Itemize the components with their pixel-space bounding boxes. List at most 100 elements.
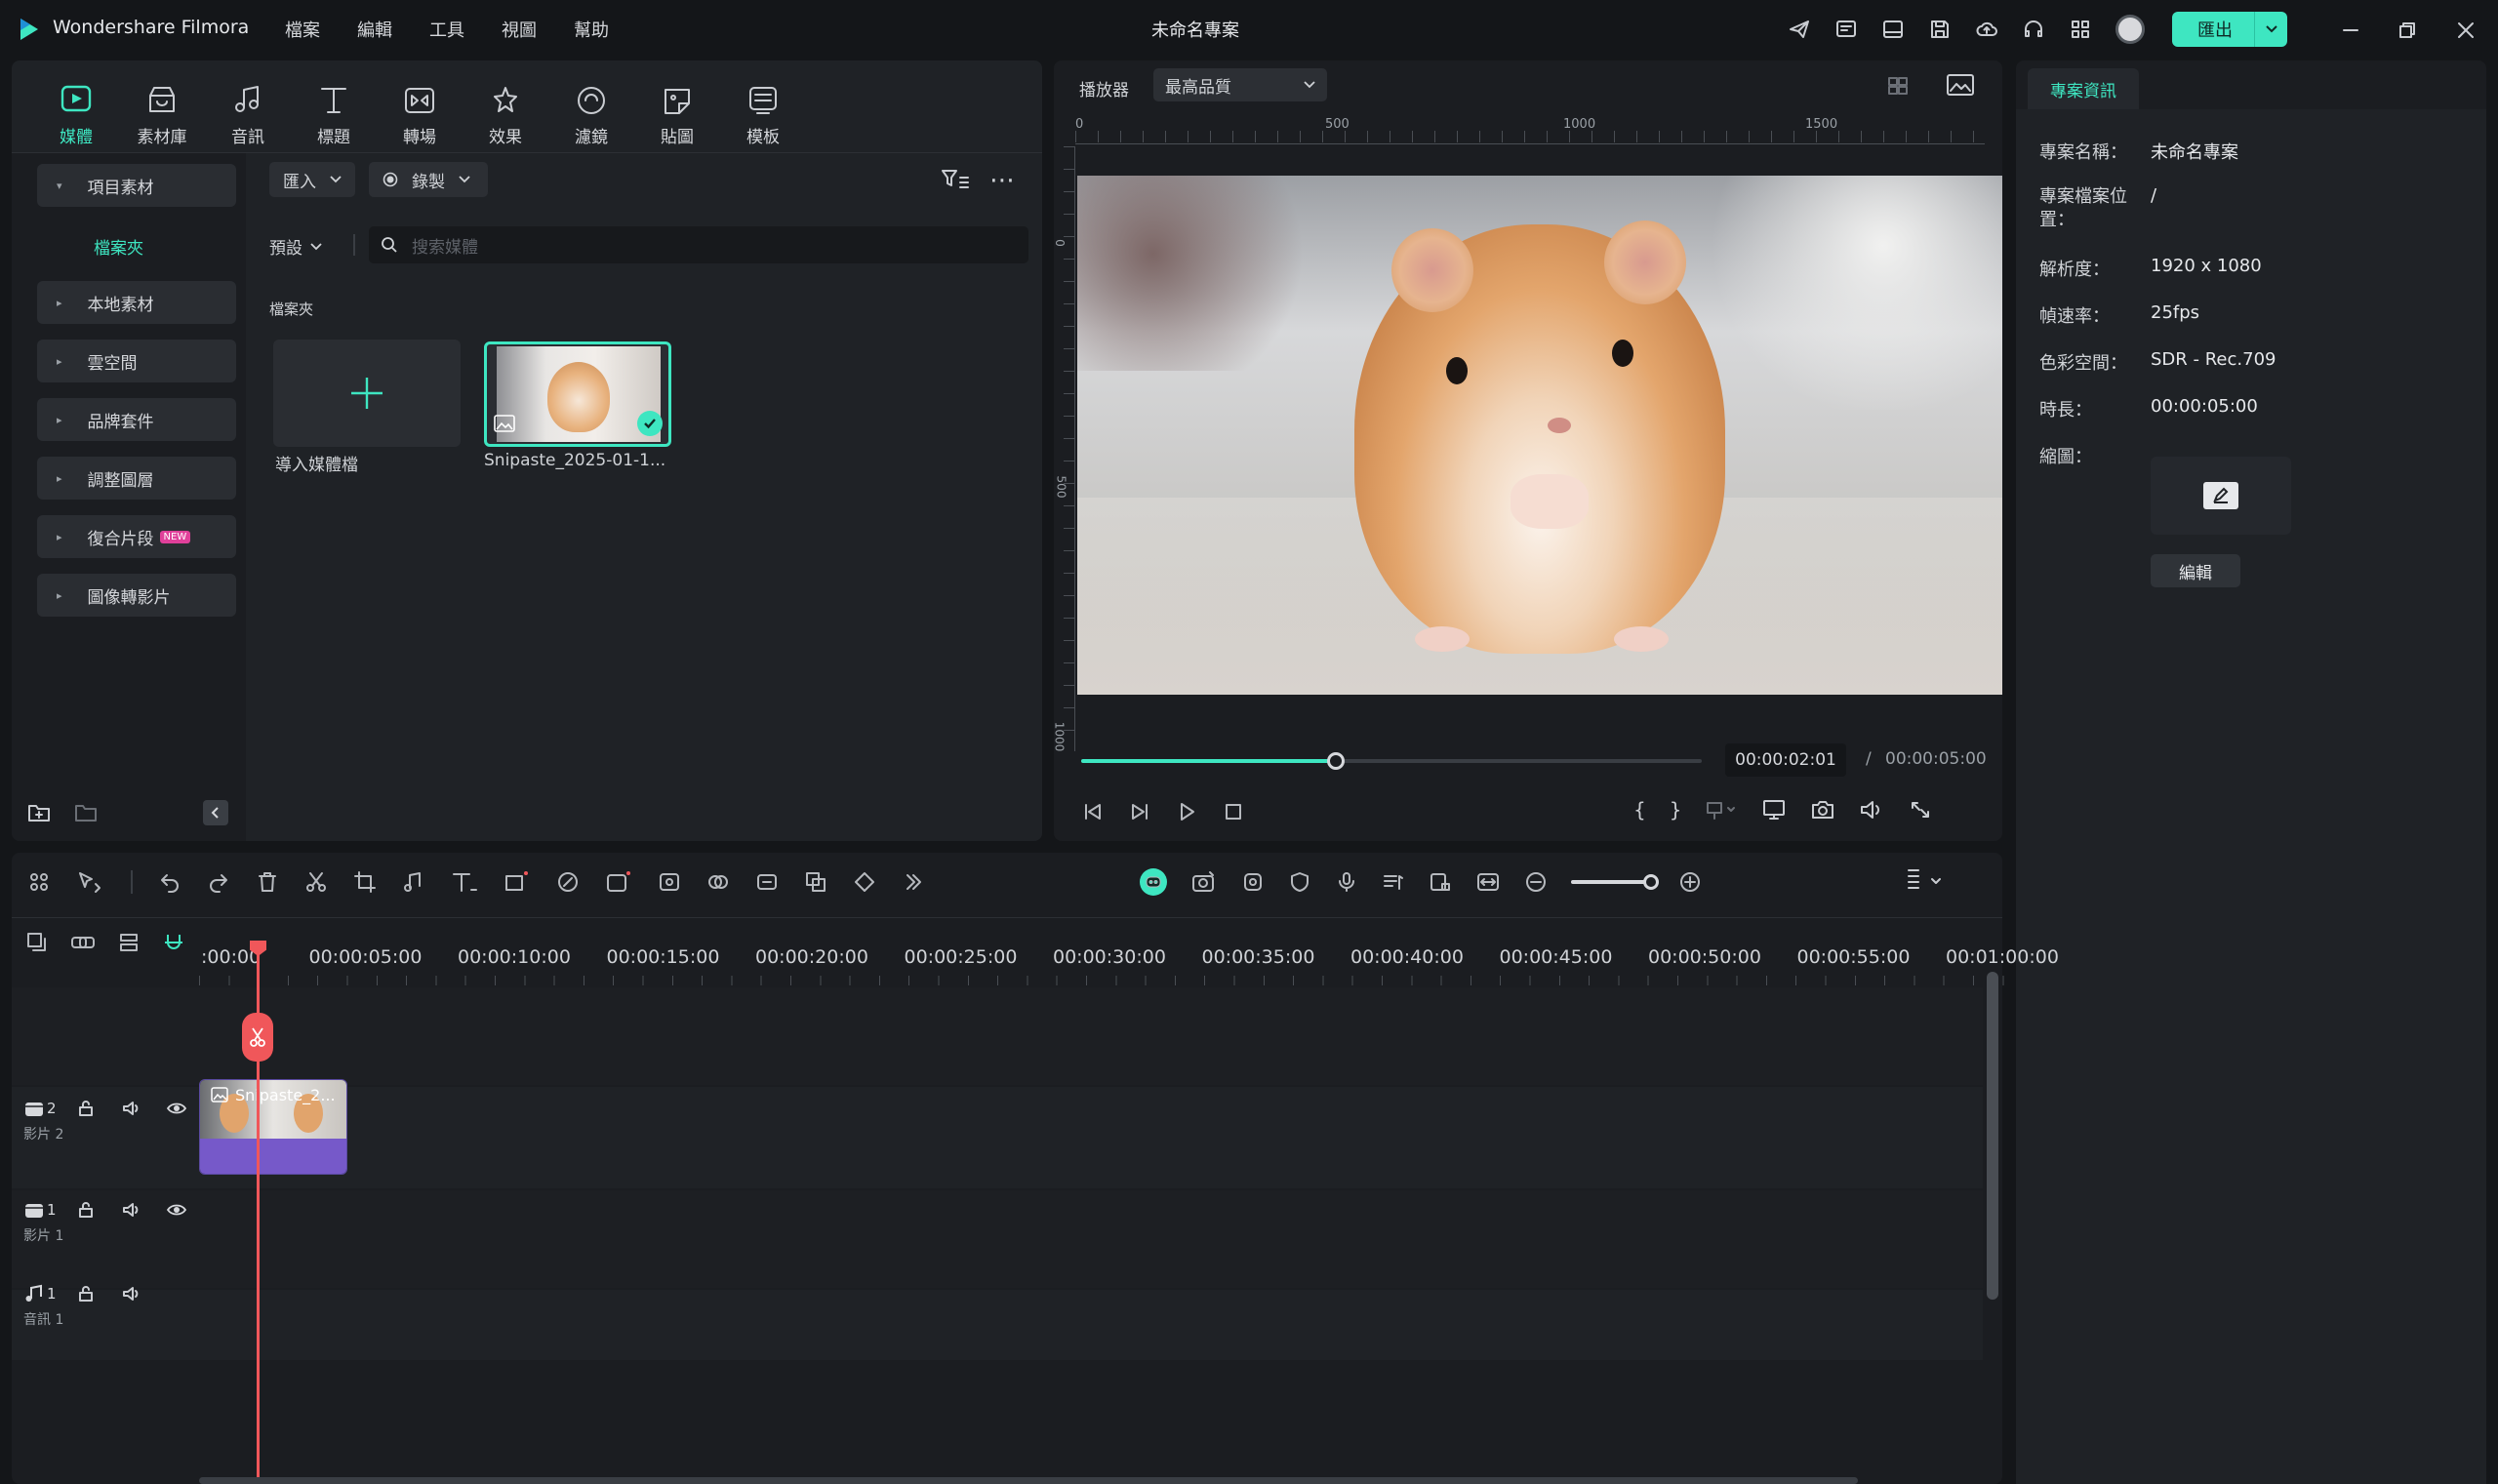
split-scissors-icon[interactable] (304, 870, 328, 894)
split-marker[interactable] (242, 1013, 273, 1062)
media-clip-thumbnail[interactable] (484, 341, 671, 447)
tab-audio[interactable]: 音訊 (205, 84, 291, 147)
send-feedback-icon[interactable] (1788, 18, 1811, 41)
video-preview[interactable] (1077, 176, 2002, 695)
speaker-icon[interactable] (121, 1200, 141, 1220)
menu-view[interactable]: 視圖 (502, 17, 537, 42)
speed-icon[interactable] (556, 870, 580, 894)
zoom-in-icon[interactable] (1678, 870, 1702, 894)
import-media-tile[interactable] (273, 340, 461, 447)
cloud-task-icon[interactable] (1834, 18, 1858, 41)
menu-file[interactable]: 檔案 (285, 17, 320, 42)
motion-track-icon[interactable] (1241, 870, 1265, 894)
mask-icon[interactable] (658, 870, 681, 894)
lock-icon[interactable] (76, 1099, 96, 1118)
delete-icon[interactable] (256, 870, 279, 894)
restore-icon[interactable] (2397, 20, 2418, 41)
fullscreen-icon[interactable] (1908, 798, 1933, 822)
vertical-scrollbar[interactable] (1987, 972, 1998, 1300)
previous-frame-icon[interactable] (1081, 800, 1105, 823)
redo-icon[interactable] (207, 870, 230, 894)
stabilize-icon[interactable] (755, 870, 779, 894)
edit-thumbnail-button[interactable]: 編輯 (2151, 554, 2240, 587)
sidebar-item-local[interactable]: ▸ 本地素材 (37, 281, 236, 324)
add-track-icon[interactable] (25, 931, 49, 954)
tab-stock[interactable]: 素材庫 (119, 84, 205, 147)
speaker-icon[interactable] (121, 1099, 141, 1118)
sidebar-item-adjustment-layer[interactable]: ▸ 調整圖層 (37, 457, 236, 500)
layout-icon[interactable] (1881, 18, 1905, 41)
export-button[interactable]: 匯出 (2172, 12, 2287, 47)
group-icon[interactable] (117, 931, 141, 954)
timeline-clip[interactable]: Snipaste_2... (199, 1079, 347, 1175)
lock-icon[interactable] (76, 1200, 96, 1220)
tab-stickers[interactable]: 貼圖 (634, 84, 720, 147)
undo-icon[interactable] (158, 870, 181, 894)
text-tool-icon[interactable] (451, 870, 478, 894)
grid-view-icon[interactable] (1887, 74, 1916, 98)
translate-icon[interactable] (804, 870, 827, 894)
export-dropdown-icon[interactable] (2254, 12, 2287, 47)
tab-titles[interactable]: 標題 (291, 84, 377, 147)
play-icon[interactable] (1175, 800, 1198, 823)
shape-tool-icon[interactable] (504, 870, 531, 894)
zoom-out-icon[interactable] (1524, 870, 1548, 894)
sort-dropdown[interactable]: 預設 (269, 234, 322, 259)
track-settings-icon[interactable] (1905, 866, 1944, 896)
more-options-icon[interactable]: ⋯ (989, 166, 1016, 195)
record-button[interactable]: 錄製 (369, 162, 488, 197)
snapshot-view-icon[interactable] (1946, 72, 1975, 98)
zoom-slider-knob[interactable] (1643, 874, 1659, 890)
save-icon[interactable] (1928, 18, 1952, 41)
menu-help[interactable]: 幫助 (574, 17, 609, 42)
tab-effects[interactable]: 效果 (463, 84, 548, 147)
horizontal-scrollbar[interactable] (199, 1477, 1858, 1484)
more-tools-icon[interactable] (902, 870, 925, 894)
menu-tools[interactable]: 工具 (429, 17, 464, 42)
zoom-slider[interactable] (1571, 874, 1659, 890)
tab-templates[interactable]: 模板 (720, 84, 806, 147)
ai-tool-icon[interactable] (605, 870, 632, 894)
microphone-icon[interactable] (1335, 870, 1358, 894)
color-match-icon[interactable] (706, 870, 730, 894)
sidebar-item-brand-kit[interactable]: ▸ 品牌套件 (37, 398, 236, 441)
sidebar-project-media[interactable]: ▾ 項目素材 (37, 164, 236, 207)
tab-filters[interactable]: 濾鏡 (548, 84, 634, 147)
headset-support-icon[interactable] (2022, 18, 2045, 41)
cloud-upload-icon[interactable] (1975, 18, 1998, 41)
keyframe-icon[interactable] (853, 870, 876, 894)
ai-copilot-icon[interactable] (1140, 868, 1167, 896)
volume-icon[interactable] (1859, 798, 1884, 822)
mark-out-icon[interactable]: } (1670, 798, 1682, 822)
search-input[interactable]: 搜索媒體 (369, 226, 1028, 263)
tab-transitions[interactable]: 轉場 (377, 84, 463, 147)
insert-clip-icon[interactable] (1705, 798, 1738, 822)
apps-grid-icon[interactable] (2069, 18, 2092, 41)
minimize-icon[interactable] (2340, 20, 2361, 41)
sidebar-folder[interactable]: 檔案夾 (94, 234, 143, 259)
quality-dropdown[interactable]: 最高品質 (1153, 68, 1327, 101)
sidebar-item-image-to-video[interactable]: ▸ 圖像轉影片 (37, 574, 236, 617)
mark-in-icon[interactable]: { (1633, 798, 1646, 822)
user-avatar[interactable] (2115, 15, 2145, 44)
timeline-ruler[interactable]: :00:00 00:00:05:00 00:00:10:00 00:00:15:00 0… (199, 943, 2059, 987)
close-window-icon[interactable] (2455, 20, 2477, 41)
speaker-icon[interactable] (121, 1284, 141, 1304)
camera-snapshot-icon[interactable] (1810, 798, 1835, 822)
folder-icon[interactable] (74, 802, 98, 823)
render-icon[interactable] (1190, 869, 1218, 895)
stop-icon[interactable] (1222, 800, 1245, 823)
link-icon[interactable] (70, 931, 96, 954)
sidebar-item-cloud[interactable]: ▸ 雲空間 (37, 340, 236, 382)
eye-icon[interactable] (166, 1099, 187, 1118)
layout-grid-icon[interactable] (27, 870, 51, 894)
next-frame-icon[interactable] (1128, 800, 1151, 823)
display-settings-icon[interactable] (1761, 798, 1787, 822)
fit-timeline-icon[interactable] (1475, 870, 1501, 894)
playback-progress-bar[interactable] (1081, 752, 1702, 770)
current-time[interactable]: 00:00:02:01 (1725, 743, 1846, 777)
tab-media[interactable]: 媒體 (33, 84, 119, 147)
audio-mixer-icon[interactable] (1382, 870, 1405, 894)
playhead-knob[interactable] (1326, 752, 1345, 770)
sidebar-item-compound-clip[interactable]: ▸ 復合片段 NEW (37, 515, 236, 558)
